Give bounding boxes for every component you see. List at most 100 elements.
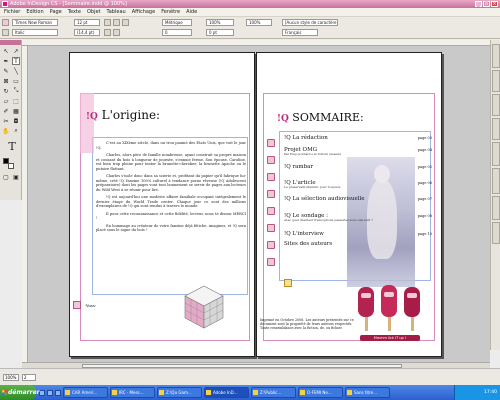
indesign-app: Adobe InDesign CS - [Sommaire.indd @ 100… (0, 0, 500, 400)
horizontal-ruler[interactable] (22, 40, 490, 46)
menu-fichier[interactable]: Fichier (4, 9, 20, 15)
paragraph-mode-button[interactable] (2, 29, 9, 36)
direct-selection-tool-icon[interactable]: ↗ (12, 47, 20, 55)
popsicles-image[interactable] (354, 283, 426, 333)
taskbar-button[interactable]: IRC - Mess… (110, 387, 155, 398)
taskbar-button[interactable]: Sans titre… (345, 387, 390, 398)
vertical-scale-field[interactable]: 100% (206, 19, 234, 26)
leading-field[interactable]: (14,4 pt) (74, 29, 100, 36)
body-paragraph: Charles, alors père de famille nombreuse… (96, 153, 246, 171)
stroke-swatch[interactable] (8, 163, 14, 169)
minimize-button[interactable]: _ (475, 1, 482, 7)
menu-page[interactable]: Page (50, 9, 62, 15)
rotate-tool-icon[interactable]: ↻ (2, 87, 10, 95)
toc-entry-subtitle: Avec quel chanteur francophone passeriez… (284, 218, 373, 222)
quick-launch (39, 389, 61, 396)
character-style-field[interactable]: [Aucun style de caractère] (282, 19, 338, 26)
superscript-button[interactable] (122, 19, 129, 26)
character-mode-button[interactable] (2, 19, 9, 26)
origin-body-text[interactable]: C'est au XIXème siècle, dans un trou pau… (96, 141, 246, 236)
links-panel-tab[interactable] (492, 94, 500, 116)
all-caps-button[interactable] (104, 19, 111, 26)
selection-tool-icon[interactable]: ↖ (2, 47, 10, 55)
rubiks-cube-image[interactable] (183, 284, 225, 330)
stroke-panel-tab[interactable] (492, 118, 500, 140)
underline-button[interactable] (104, 29, 111, 36)
menu-texte[interactable]: Texte (68, 9, 81, 15)
document-canvas[interactable]: !Q L'origine: C'est au XIXème siècle, da… (22, 40, 490, 362)
zoom-field[interactable]: 100% (3, 374, 19, 381)
strikethrough-button[interactable] (113, 29, 120, 36)
swatches-panel-tab[interactable] (492, 168, 500, 194)
left-page[interactable]: !Q L'origine: C'est au XIXème siècle, da… (69, 52, 255, 357)
baseline-shift-field[interactable]: 0 pt (206, 29, 234, 36)
tools-palette-header[interactable] (0, 40, 21, 45)
menu-affichage[interactable]: Affichage (132, 9, 156, 15)
type-tool-icon[interactable]: T (12, 57, 20, 65)
sommaire-q-logo: !Q (277, 114, 289, 124)
scissors-tool-icon[interactable]: ✂ (2, 117, 10, 125)
button-tool-icon[interactable]: ◘ (12, 117, 20, 125)
font-size-field[interactable]: 12 pt (74, 19, 100, 26)
maximize-button[interactable]: □ (483, 1, 490, 7)
start-button[interactable]: démarrer (0, 385, 40, 400)
quick-launch-icon[interactable] (55, 389, 61, 396)
windows-taskbar: démarrer CAR Ameri… IRC - Mess… Z:\Qu Ga… (0, 385, 500, 400)
menu-edition[interactable]: Edition (26, 9, 43, 15)
kerning-field[interactable]: Métrique (162, 19, 192, 26)
taskbar-button[interactable]: Z:\Public… (251, 387, 296, 398)
toc-entry: Projet OMG page 04 Par Hug (scénario) et… (284, 147, 434, 164)
menu-fenetre[interactable]: Fenêtre (161, 9, 180, 15)
tracking-field[interactable]: 0 (162, 29, 192, 36)
toc-entry: !Q La sélection audiovisuelle page 07 (284, 196, 434, 213)
right-page[interactable]: !Q SOMMAIRE: !Q La rédaction page 03 Pro… (256, 52, 442, 357)
window-title: Adobe InDesign CS - [Sommaire.indd @ 100… (10, 1, 127, 7)
close-button[interactable]: × (491, 1, 498, 7)
small-caps-button[interactable] (113, 19, 120, 26)
body-paragraph: C'est au XIXème siècle, dans un trou pau… (96, 141, 246, 150)
vertical-ruler[interactable] (22, 46, 28, 362)
taskbar-button[interactable]: Z:\Qu Gam… (157, 387, 202, 398)
pen-tool-icon[interactable]: ✒ (2, 57, 10, 65)
rectangle-tool-icon[interactable]: ▭ (12, 77, 20, 85)
quick-launch-icon[interactable] (47, 389, 53, 396)
taskbar-button-active[interactable]: Adobe InD… (204, 387, 249, 398)
gradient-tool-icon[interactable]: ▦ (12, 107, 20, 115)
layers-panel-tab[interactable] (492, 70, 500, 92)
line-tool-icon[interactable]: ╲ (12, 67, 20, 75)
pencil-tool-icon[interactable]: ✎ (2, 67, 10, 75)
indesign-app-icon[interactable] (2, 1, 8, 7)
shear-tool-icon[interactable]: ▱ (2, 97, 10, 105)
menu-tableau[interactable]: Tableau (107, 9, 126, 15)
title-bar: Adobe InDesign CS - [Sommaire.indd @ 100… (0, 0, 500, 8)
normal-view-icon[interactable]: ▢ (2, 173, 10, 181)
body-paragraph: En hommage au créateur de votre fanzine … (96, 223, 246, 233)
preview-view-icon[interactable]: ▣ (12, 173, 20, 181)
page-number-field[interactable]: 2 (22, 374, 36, 381)
menu-aide[interactable]: Aide (186, 9, 197, 15)
table-of-contents[interactable]: !Q La rédaction page 03 Projet OMG page … (284, 135, 434, 251)
toc-bullet-icon (267, 224, 275, 232)
toc-bullet-icon (267, 207, 275, 215)
pages-panel-tab[interactable] (492, 44, 500, 68)
system-tray-clock[interactable]: 17:40 (454, 385, 500, 400)
rectangle-frame-tool-icon[interactable]: ⊠ (2, 77, 10, 85)
scale-tool-icon[interactable]: ⤡ (12, 87, 20, 95)
transparency-panel-tab[interactable] (492, 196, 500, 220)
horizontal-scale-field[interactable]: 100% (246, 19, 272, 26)
eyedropper-tool-icon[interactable]: ✐ (2, 107, 10, 115)
font-style-field[interactable]: Italic (12, 29, 58, 36)
color-panel-tab[interactable] (492, 142, 500, 166)
tools-palette: ↖ ↗ ✒ T ✎ ╲ ⊠ ▭ ↻ ⤡ ▱ ⬚ ✐ ▦ ✂ ◘ ✋ ⌕ T ▢ … (0, 40, 22, 200)
font-family-field[interactable]: Times New Roman (12, 19, 58, 26)
body-paragraph: Il pour cette reconnaissance et cette fi… (96, 211, 246, 221)
hand-tool-icon[interactable]: ✋ (2, 127, 10, 135)
free-transform-tool-icon[interactable]: ⬚ (12, 97, 20, 105)
taskbar-button[interactable]: CAR Ameri… (63, 387, 108, 398)
zoom-tool-icon[interactable]: ⌕ (12, 127, 20, 135)
language-field[interactable]: Français (282, 29, 318, 36)
gradient-panel-tab[interactable] (492, 222, 500, 244)
taskbar-button[interactable]: O-FEMI Ne… (298, 387, 343, 398)
menu-objet[interactable]: Objet (87, 9, 101, 15)
origin-title: !Q L'origine: (86, 108, 160, 122)
